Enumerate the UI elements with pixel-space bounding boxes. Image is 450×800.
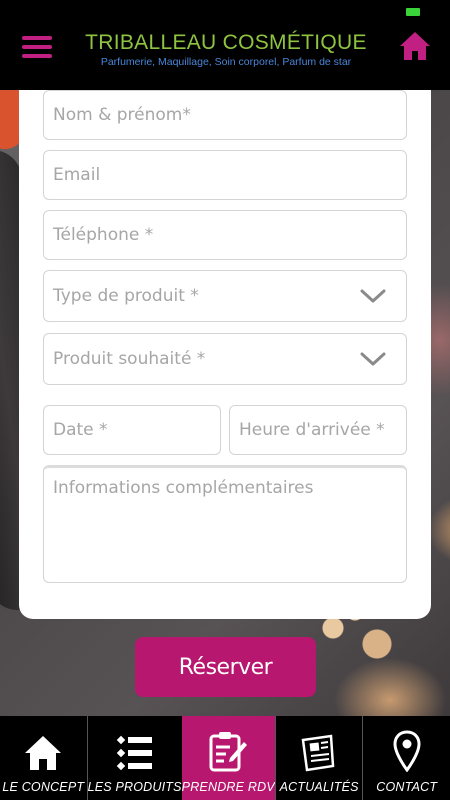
nav-item-produits[interactable]: LES PRODUITS	[86, 716, 182, 800]
list-icon	[116, 735, 152, 771]
home-icon[interactable]	[398, 30, 432, 62]
phone-field[interactable]: Téléphone *	[43, 210, 407, 260]
nav-item-rdv[interactable]: PRENDRE RDV	[181, 716, 275, 800]
booking-form: Nom & prénom* Email Téléphone * Type de …	[19, 90, 431, 619]
location-pin-icon	[393, 730, 421, 772]
nav-label: CONTACT	[376, 780, 438, 794]
date-field[interactable]: Date *	[43, 405, 221, 455]
newspaper-icon	[301, 734, 335, 772]
arrival-time-field[interactable]: Heure d'arrivée *	[229, 405, 407, 455]
brand-subtitle: Parfumerie, Maquillage, Soin corporel, P…	[100, 56, 352, 68]
bottom-nav: LE CONCEPT LES PRODUITS PRENDRE RDV ACTU…	[0, 716, 450, 800]
nav-item-concept[interactable]: LE CONCEPT	[0, 716, 87, 800]
reserve-button[interactable]: Réserver	[135, 637, 316, 697]
email-field[interactable]: Email	[43, 150, 407, 200]
product-wanted-select[interactable]: Produit souhaité *	[43, 333, 407, 385]
phone-placeholder: Téléphone *	[53, 225, 154, 245]
arrival-time-placeholder: Heure d'arrivée *	[239, 420, 385, 440]
brand-title: TRIBALLEAU COSMÉTIQUE	[85, 31, 367, 54]
name-field[interactable]: Nom & prénom*	[43, 90, 407, 140]
clipboard-edit-icon	[209, 732, 248, 772]
nav-label: PRENDRE RDV	[181, 780, 275, 794]
email-placeholder: Email	[53, 165, 101, 185]
info-textarea[interactable]: Informations complémentaires	[43, 465, 407, 583]
info-placeholder: Informations complémentaires	[53, 478, 314, 498]
hamburger-menu-icon[interactable]	[22, 36, 52, 58]
chevron-down-icon	[360, 289, 386, 303]
home-icon	[25, 736, 62, 770]
product-wanted-placeholder: Produit souhaité *	[53, 349, 206, 369]
nav-item-contact[interactable]: CONTACT	[362, 716, 450, 800]
nav-label: LES PRODUITS	[87, 780, 182, 794]
nav-label: ACTUALITÉS	[279, 780, 359, 794]
nav-item-actualites[interactable]: ACTUALITÉS	[274, 716, 363, 800]
app-header: TRIBALLEAU COSMÉTIQUE Parfumerie, Maquil…	[0, 0, 450, 90]
name-placeholder: Nom & prénom*	[53, 105, 191, 125]
chevron-down-icon	[360, 352, 386, 366]
date-placeholder: Date *	[53, 420, 108, 440]
product-type-select[interactable]: Type de produit *	[43, 270, 407, 322]
nav-label: LE CONCEPT	[2, 780, 85, 794]
battery-indicator	[406, 8, 420, 16]
brand: TRIBALLEAU COSMÉTIQUE Parfumerie, Maquil…	[70, 31, 382, 68]
product-type-placeholder: Type de produit *	[53, 286, 199, 306]
